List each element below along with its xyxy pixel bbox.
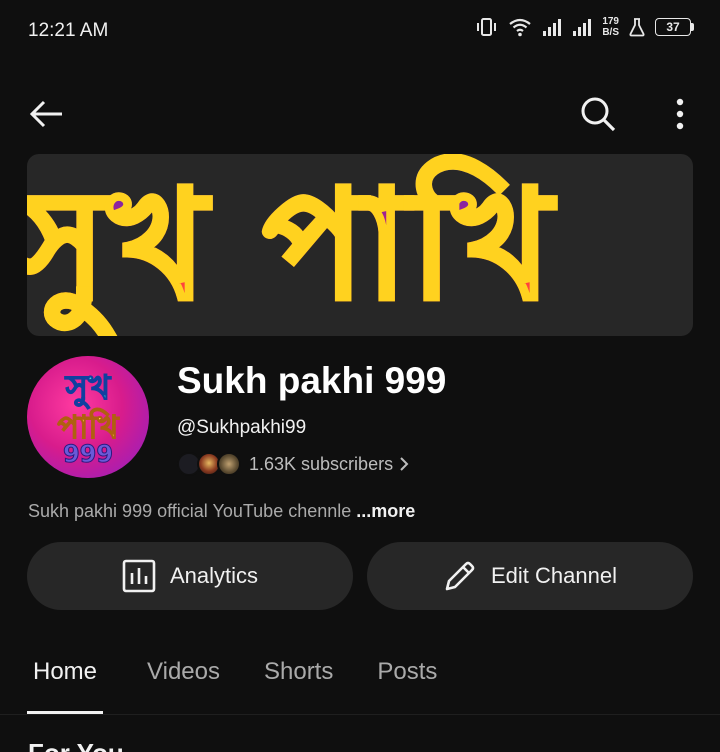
back-button[interactable] — [26, 94, 66, 134]
status-time: 12:21 AM — [28, 20, 109, 41]
tab-shorts[interactable]: Shorts — [264, 644, 333, 704]
description-more-link[interactable]: ...more — [356, 501, 415, 521]
more-options-button[interactable] — [660, 92, 700, 136]
channel-tabs: Home Videos Shorts Posts — [27, 644, 481, 714]
avatar-text-line3: 999 — [62, 440, 114, 469]
channel-avatar[interactable]: সুখ পাখি 999 — [27, 356, 149, 478]
tab-home[interactable]: Home — [27, 644, 104, 714]
search-button[interactable] — [576, 92, 620, 136]
flask-icon — [629, 18, 645, 37]
tab-posts[interactable]: Posts — [377, 644, 437, 704]
battery-tip — [691, 23, 694, 31]
description-text: Sukh pakhi 999 official YouTube chennle — [28, 501, 357, 521]
top-app-bar — [0, 86, 720, 142]
status-icons: 179 B/S 37 — [476, 16, 694, 38]
analytics-button[interactable]: Analytics — [27, 542, 353, 610]
tab-videos[interactable]: Videos — [147, 644, 220, 704]
analytics-label: Analytics — [169, 563, 259, 588]
channel-banner: সুখ পাখি — [27, 154, 693, 336]
vibrate-icon — [477, 18, 497, 36]
subscribers-link[interactable]: 1.63K subscribers — [177, 450, 409, 478]
status-bar: 12:21 AM 179 B/S 37 — [0, 0, 720, 62]
battery-indicator: 37 — [655, 18, 694, 36]
subscriber-avatar — [217, 452, 241, 476]
net-speed: 179 B/S — [602, 16, 619, 38]
channel-description[interactable]: Sukh pakhi 999 official YouTube chennle … — [28, 501, 415, 522]
edit-channel-button[interactable]: Edit Channel — [367, 542, 693, 610]
net-speed-unit: B/S — [602, 27, 619, 38]
chevron-right-icon — [400, 457, 409, 471]
channel-name: Sukh pakhi 999 — [177, 360, 447, 401]
analytics-icon — [122, 559, 156, 593]
arrow-left-icon — [29, 100, 62, 128]
search-icon — [581, 97, 616, 132]
subscriber-count: 1.63K subscribers — [249, 453, 394, 474]
pencil-icon — [445, 561, 475, 591]
banner-text: সুখ পাখি — [27, 164, 554, 328]
net-speed-value: 179 — [602, 16, 619, 27]
channel-handle: @Sukhpakhi99 — [177, 417, 307, 438]
section-title: For You — [28, 738, 124, 752]
signal-icon — [543, 19, 562, 36]
signal-icon-2 — [573, 19, 592, 36]
battery-level: 37 — [655, 18, 691, 36]
tab-divider — [0, 714, 720, 715]
subscriber-avatars — [177, 452, 241, 476]
wifi-icon — [509, 18, 531, 37]
more-vertical-icon — [676, 98, 684, 130]
edit-channel-label: Edit Channel — [491, 563, 617, 588]
